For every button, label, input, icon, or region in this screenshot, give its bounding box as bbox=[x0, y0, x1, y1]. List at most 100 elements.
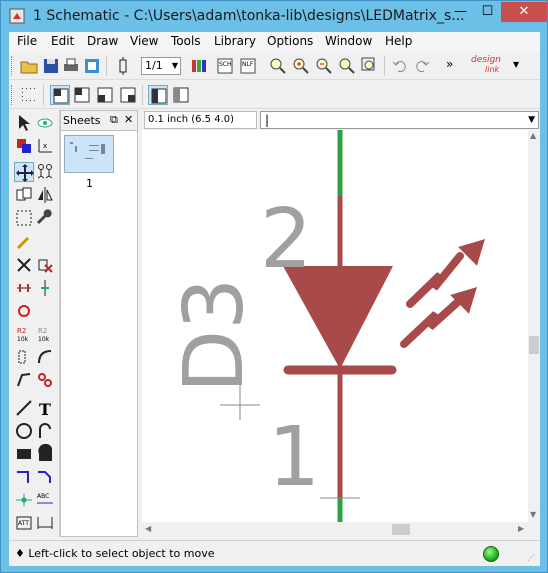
layout-right-icon[interactable] bbox=[118, 85, 138, 105]
redo-icon[interactable] bbox=[412, 56, 432, 76]
zoom-fit-icon[interactable] bbox=[360, 56, 380, 76]
component-icon[interactable] bbox=[113, 56, 133, 76]
layout-bottom-icon[interactable] bbox=[95, 85, 115, 105]
pin-panel-icon[interactable]: ⧉ bbox=[110, 113, 118, 127]
panel-left-icon[interactable] bbox=[148, 85, 168, 105]
marquee-icon[interactable] bbox=[14, 208, 34, 228]
library-icon[interactable] bbox=[189, 56, 209, 76]
zoom-out-icon[interactable] bbox=[314, 56, 334, 76]
bus-icon[interactable] bbox=[35, 370, 55, 390]
rotate-icon[interactable] bbox=[14, 301, 34, 321]
drawing-tools-panel: x R2 10k R2 10k T ABC ATT bbox=[9, 110, 60, 546]
zoom-icon[interactable] bbox=[268, 56, 288, 76]
close-button[interactable]: ✕ bbox=[501, 2, 547, 22]
attribute-icon[interactable]: ATT bbox=[14, 513, 34, 533]
menu-draw[interactable]: Draw bbox=[87, 34, 118, 48]
junction-icon[interactable] bbox=[14, 490, 34, 510]
line-icon[interactable] bbox=[14, 398, 34, 418]
r2-value-icon[interactable]: R2 10k bbox=[35, 324, 55, 344]
page-select[interactable]: 1/1 ▼ bbox=[141, 57, 181, 75]
select-icon[interactable] bbox=[14, 113, 34, 133]
menu-library[interactable]: Library bbox=[214, 34, 256, 48]
layout-left-icon[interactable] bbox=[50, 85, 70, 105]
delete-icon[interactable] bbox=[14, 255, 34, 275]
move-icon[interactable] bbox=[14, 162, 34, 182]
pcb-icon[interactable]: NLF bbox=[238, 56, 258, 76]
split-icon[interactable] bbox=[35, 278, 55, 298]
eye-icon[interactable] bbox=[35, 113, 55, 133]
vertical-scrollbar[interactable]: ▲ ▼ bbox=[528, 130, 540, 522]
toolbar-grip[interactable] bbox=[11, 85, 14, 105]
led-emission-arrows bbox=[400, 252, 464, 348]
dimension-icon[interactable] bbox=[35, 513, 55, 533]
schematic-canvas[interactable]: 2 1 D3 bbox=[142, 130, 528, 522]
mirror-icon[interactable] bbox=[35, 185, 55, 205]
text-icon[interactable]: T bbox=[35, 398, 55, 419]
scroll-down-icon[interactable]: ▼ bbox=[530, 510, 536, 519]
ref-designator[interactable]: D3 bbox=[167, 278, 262, 393]
sheets-header: Sheets ⧉ ✕ bbox=[61, 111, 137, 131]
minimize-button[interactable]: — bbox=[447, 2, 474, 22]
scroll-right-icon[interactable]: ▶ bbox=[518, 524, 524, 533]
maximize-button[interactable]: ☐ bbox=[474, 2, 501, 22]
zoom-area-icon[interactable] bbox=[337, 56, 357, 76]
netlist-icon[interactable]: SCH bbox=[215, 56, 235, 76]
designlink-logo[interactable]: design link ▼ bbox=[467, 55, 521, 77]
close-panel-icon[interactable]: ✕ bbox=[124, 113, 133, 126]
chevron-down-icon[interactable]: ▼ bbox=[528, 115, 535, 125]
toolbar-grip[interactable] bbox=[11, 56, 14, 76]
r2-icon[interactable]: R2 10k bbox=[14, 324, 34, 344]
horizontal-scrollbar[interactable]: ◀ ▶ bbox=[142, 522, 528, 537]
menu-tools[interactable]: Tools bbox=[171, 34, 201, 48]
menu-help[interactable]: Help bbox=[385, 34, 412, 48]
vertical-scroll-thumb[interactable] bbox=[529, 336, 539, 354]
grid-icon[interactable] bbox=[19, 85, 39, 105]
panel-right-icon[interactable] bbox=[171, 85, 191, 105]
scroll-left-icon[interactable]: ◀ bbox=[145, 524, 151, 533]
open-icon[interactable] bbox=[19, 56, 39, 76]
circle-icon[interactable] bbox=[14, 421, 34, 441]
save-icon[interactable] bbox=[41, 56, 61, 76]
wand-icon[interactable] bbox=[14, 232, 34, 252]
undo-icon[interactable] bbox=[390, 56, 410, 76]
curve-icon[interactable] bbox=[35, 421, 55, 441]
toolbar-overflow[interactable]: » bbox=[446, 57, 453, 71]
layout-top-icon[interactable] bbox=[72, 85, 92, 105]
net-label-icon[interactable]: ABC bbox=[35, 490, 55, 510]
angle-icon[interactable] bbox=[14, 370, 34, 390]
chevron-down-icon: ▼ bbox=[513, 60, 520, 69]
resize-grip-icon[interactable]: ⋰ bbox=[527, 553, 535, 562]
resize-icon[interactable] bbox=[14, 278, 34, 298]
sheet-thumbnail[interactable] bbox=[64, 135, 114, 173]
layers-icon[interactable] bbox=[14, 136, 34, 156]
pin-icon[interactable] bbox=[14, 347, 34, 367]
menu-file[interactable]: File bbox=[17, 34, 37, 48]
arc-icon[interactable] bbox=[35, 347, 55, 367]
client-area: File Edit Draw View Tools Library Option… bbox=[9, 32, 540, 566]
wire-bend-icon[interactable] bbox=[35, 467, 55, 487]
people-icon[interactable] bbox=[35, 162, 55, 182]
zoom-in-icon[interactable] bbox=[291, 56, 311, 76]
filled-rect-icon[interactable] bbox=[14, 444, 34, 464]
print-setup-icon[interactable] bbox=[82, 56, 102, 76]
origin-icon[interactable]: x bbox=[35, 136, 55, 156]
svg-text:R2: R2 bbox=[17, 327, 26, 335]
wire-icon[interactable] bbox=[14, 467, 34, 487]
menu-edit[interactable]: Edit bbox=[51, 34, 74, 48]
title-bar[interactable]: 1 Schematic - C:\Users\adam\tonka-lib\de… bbox=[1, 1, 547, 32]
command-input[interactable]: | ▼ bbox=[260, 111, 539, 129]
wrench-icon[interactable] bbox=[35, 208, 55, 228]
main-toolbar: 1/1 ▼ SCH NLF » design link ▼ bbox=[9, 52, 540, 80]
svg-text:SCH: SCH bbox=[219, 61, 232, 68]
coordinate-bar: 0.1 inch (6.5 4.0) | ▼ bbox=[142, 110, 540, 130]
menu-view[interactable]: View bbox=[130, 34, 158, 48]
scroll-up-icon[interactable]: ▲ bbox=[530, 131, 536, 140]
menu-options[interactable]: Options bbox=[267, 34, 313, 48]
menu-window[interactable]: Window bbox=[325, 34, 372, 48]
copy-icon[interactable] bbox=[14, 185, 34, 205]
delete-net-icon[interactable] bbox=[35, 255, 55, 275]
horizontal-scroll-thumb[interactable] bbox=[392, 524, 410, 535]
svg-text:NLF: NLF bbox=[242, 61, 254, 68]
filled-arc-icon[interactable] bbox=[35, 443, 55, 464]
print-icon[interactable] bbox=[61, 56, 81, 76]
